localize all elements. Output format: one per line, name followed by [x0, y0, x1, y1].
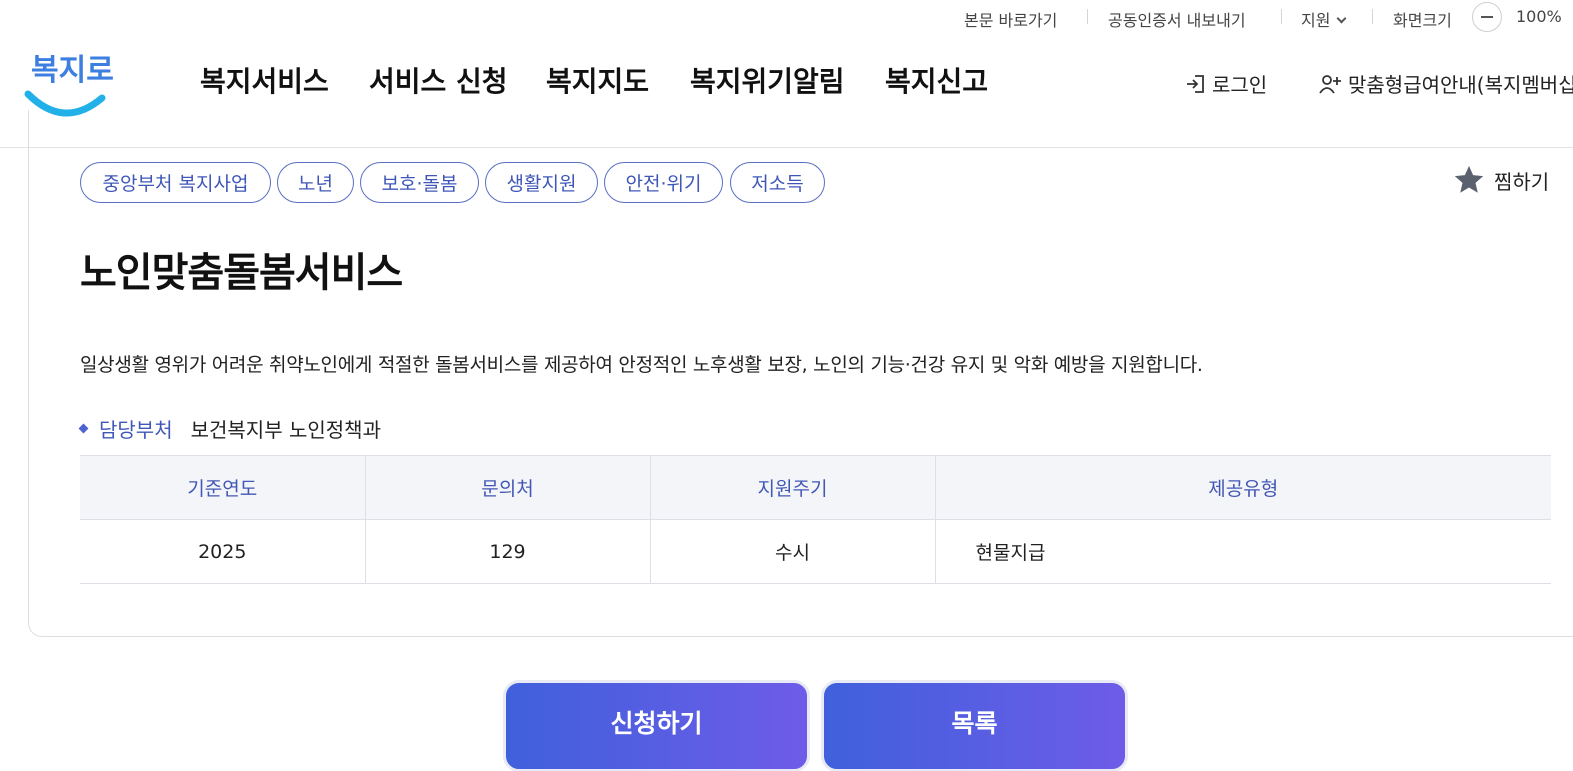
service-title: 노인맞춤돌봄서비스	[80, 250, 403, 296]
support-label: 지원	[1301, 11, 1331, 30]
table-cell-contact: 129	[365, 519, 651, 584]
table-header-row: 기준연도 문의처 지원주기 제공유형	[80, 455, 1551, 520]
divider	[1281, 9, 1282, 24]
tag-care[interactable]: 보호·돌봄	[360, 162, 479, 203]
department-info: 담당부처 보건복지부 노인정책과	[78, 414, 381, 443]
login-label: 로그인	[1212, 73, 1268, 97]
nav-welfare-map[interactable]: 복지지도	[546, 60, 649, 100]
table-header-type: 제공유형	[935, 455, 1551, 520]
page: 본문 바로가기 공동인증서 내보내기 지원 화면크기 100% 복지로 복지서비…	[0, 0, 1573, 771]
nav-service-apply[interactable]: 서비스 신청	[369, 60, 508, 100]
apply-button[interactable]: 신청하기	[503, 680, 810, 771]
service-info-table: 기준연도 문의처 지원주기 제공유형 2025 129 수시 현물지급	[80, 455, 1551, 584]
skip-to-content-link[interactable]: 본문 바로가기	[964, 7, 1057, 31]
service-description: 일상생활 영위가 어려운 취약노인에게 적절한 돌봄서비스를 제공하여 안정적인…	[80, 354, 1203, 376]
favorite-button[interactable]: 찜하기	[1452, 163, 1549, 197]
tag-central-welfare[interactable]: 중앙부처 복지사업	[80, 162, 271, 203]
utility-bar: 본문 바로가기 공동인증서 내보내기 지원 화면크기 100%	[0, 0, 1573, 34]
login-icon	[1187, 74, 1204, 93]
user-add-icon	[1319, 74, 1341, 94]
nav-welfare-report[interactable]: 복지신고	[885, 60, 988, 100]
favorite-label: 찜하기	[1494, 169, 1550, 194]
department-value: 보건복지부 노인정책과	[190, 418, 381, 442]
zoom-level: 100%	[1516, 7, 1562, 26]
tag-safety-crisis[interactable]: 안전·위기	[604, 162, 723, 203]
support-dropdown[interactable]: 지원	[1301, 7, 1347, 31]
nav-crisis-alert[interactable]: 복지위기알림	[690, 60, 845, 100]
table-cell-cycle: 수시	[650, 519, 936, 584]
zoom-out-button[interactable]	[1472, 2, 1502, 32]
logo-smile-icon	[24, 90, 106, 117]
table-row: 2025 129 수시 현물지급	[80, 519, 1551, 584]
tag-low-income[interactable]: 저소득	[730, 162, 825, 203]
cert-export-link[interactable]: 공동인증서 내보내기	[1108, 7, 1246, 31]
table-cell-year: 2025	[80, 519, 366, 584]
table-cell-type: 현물지급	[935, 519, 1551, 584]
tag-living-support[interactable]: 생활지원	[485, 162, 598, 203]
bullet-icon	[78, 423, 89, 434]
login-link[interactable]: 로그인	[1184, 69, 1267, 98]
table-header-year: 기준연도	[80, 455, 366, 520]
chevron-down-icon	[1337, 13, 1347, 24]
department-label: 담당부처	[99, 418, 173, 442]
custom-guide-link[interactable]: 맞춤형급여안내(복지멤버십)	[1318, 69, 1573, 98]
font-size-label: 화면크기	[1393, 11, 1452, 30]
custom-guide-label: 맞춤형급여안내(복지멤버십)	[1348, 73, 1573, 97]
table-header-cycle: 지원주기	[650, 455, 936, 520]
divider	[1087, 9, 1088, 24]
nav-welfare-service[interactable]: 복지서비스	[200, 60, 329, 100]
table-header-contact: 문의처	[365, 455, 651, 520]
tag-elderly[interactable]: 노년	[277, 162, 354, 203]
star-icon	[1454, 165, 1484, 193]
list-button[interactable]: 목록	[821, 680, 1128, 771]
logo[interactable]: 복지로	[24, 42, 114, 118]
divider	[1372, 9, 1373, 24]
